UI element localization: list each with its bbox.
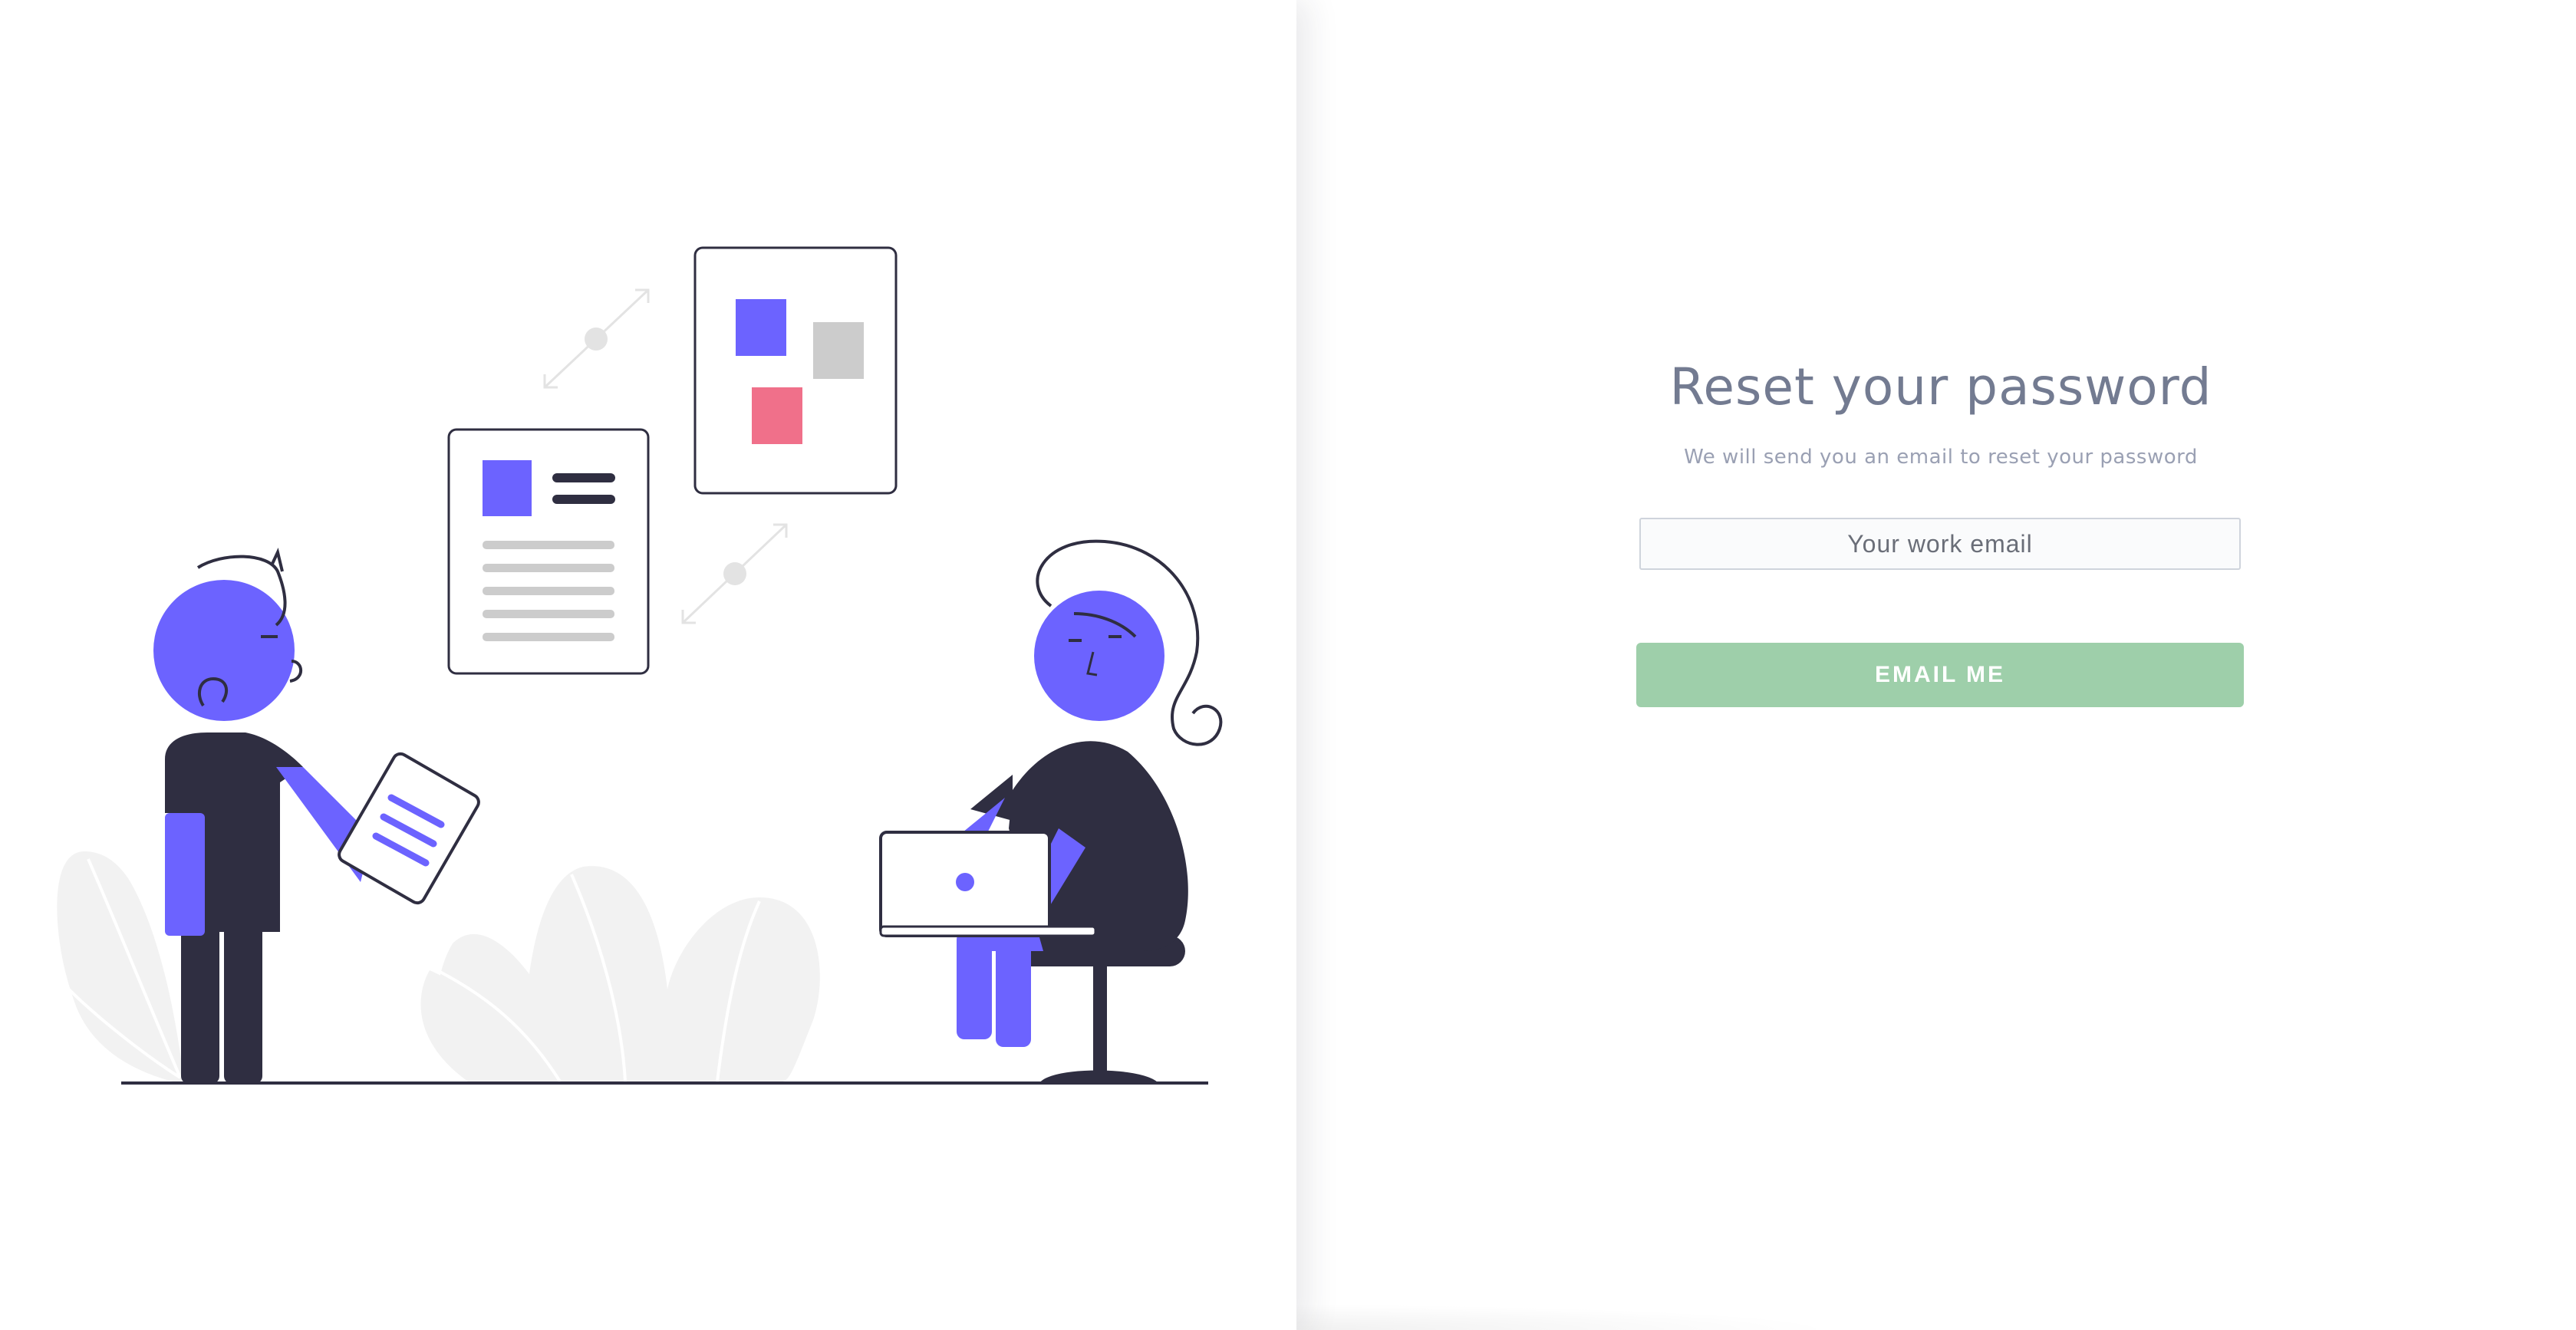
email-field[interactable] xyxy=(1639,518,2241,570)
arrow-icon xyxy=(543,288,650,389)
document-icon xyxy=(447,428,650,675)
person-standing-icon xyxy=(153,547,372,1084)
page-title: Reset your password xyxy=(1669,357,2212,416)
chair-icon xyxy=(1009,936,1185,1083)
email-me-button[interactable]: EMAIL ME xyxy=(1636,643,2244,707)
paper-icon xyxy=(338,752,480,905)
plant-icon xyxy=(420,866,820,1083)
board-icon xyxy=(693,246,898,495)
team-collaboration-illustration xyxy=(57,246,1223,1085)
reset-password-page: Reset your password We will send you an … xyxy=(0,0,2576,1330)
illustration-panel xyxy=(0,0,1296,1330)
person-sitting-icon xyxy=(957,539,1223,1047)
arrow-icon xyxy=(681,523,788,624)
page-subtitle: We will send you an email to reset your … xyxy=(1684,446,2198,469)
